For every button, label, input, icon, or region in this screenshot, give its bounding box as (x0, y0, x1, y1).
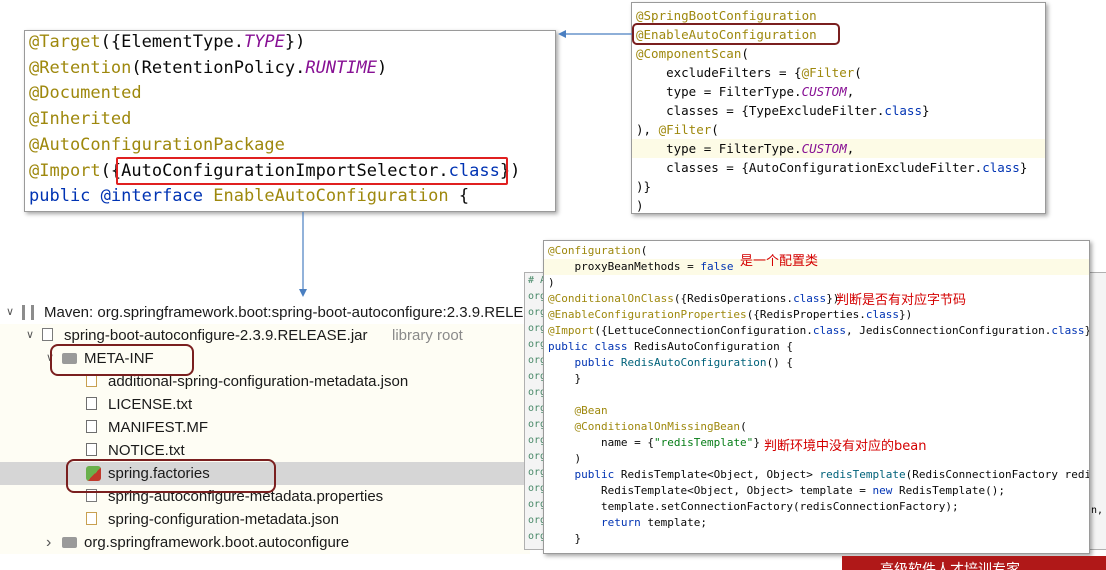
panel3-line: public RedisTemplate<Object, Object> red… (548, 467, 1089, 483)
meta-inf-highlight (50, 344, 194, 376)
panel3-line: ) (548, 451, 581, 467)
chevron-down-icon[interactable]: ∨ (6, 301, 18, 324)
code-token: RedisAutoConfiguration { (634, 340, 794, 353)
tree-item-label: Maven: org.springframework.boot:spring-b… (44, 304, 524, 321)
text-file-icon (86, 443, 97, 456)
code-token: } (548, 532, 582, 545)
code-token: @Configuration (548, 244, 641, 257)
panel3-line: } (548, 531, 581, 547)
code-token: false (700, 260, 734, 273)
code-token: @EnableConfigurationProperties (548, 308, 747, 321)
note-check-bytecode: 判断是否有对应字节码 (836, 293, 967, 308)
tree-item-label: org.springframework.boot.autoconfigure (84, 534, 350, 551)
text-file-icon (86, 397, 97, 410)
panel3-line: template.setConnectionFactory(redisConne… (548, 499, 959, 515)
code-token: new (872, 484, 900, 497)
code-token: public class (548, 340, 635, 353)
code-token: RedisTemplate<Object, Object> template = (548, 484, 873, 497)
code-token: class (793, 292, 827, 305)
panel3-line: public class RedisAutoConfiguration { (548, 339, 793, 355)
tree-item[interactable]: MANIFEST.MF (0, 416, 530, 439)
code-token: @Bean (548, 404, 608, 417)
spring-factories-highlight (66, 459, 276, 493)
project-tree: ∨ Maven: org.springframework.boot:spring-… (0, 300, 530, 558)
code-token: "redisTemplate" (653, 436, 754, 449)
code-token: }) (899, 308, 913, 321)
tree-item-suffix: library root (392, 327, 463, 344)
panel3-line: @Import({LettuceConnectionConfiguration.… (548, 323, 1089, 339)
back-panel-right-text: n, (1091, 505, 1104, 516)
panel3-line: @EnableConfigurationProperties({RedisPro… (548, 307, 912, 323)
tree-item-label: spring-configuration-metadata.json (108, 511, 339, 528)
tree-item-label: MANIFEST.MF (108, 419, 208, 436)
code-token: ( (740, 420, 747, 433)
code-token: @ConditionalOnMissingBean (548, 420, 741, 433)
tree-item[interactable]: › org.springframework.boot.autoconfigure (0, 531, 530, 554)
banner-text: 高级软件人才培训专家 (880, 562, 1020, 570)
code-token: @Import (548, 324, 595, 337)
arrow-head-down (299, 289, 307, 297)
code-token: ) (548, 452, 582, 465)
code-token: RedisAutoConfiguration (620, 356, 767, 369)
bottom-banner: 高级软件人才培训专家 (842, 556, 1106, 570)
tree-item[interactable]: LICENSE.txt (0, 393, 530, 416)
code-token: } (548, 372, 582, 385)
panel3-line: name = {"redisTemplate"} (548, 435, 760, 451)
panel3-line: } (548, 371, 581, 387)
panel3-line: ) (548, 275, 555, 291)
code-token: redisTemplate (819, 468, 906, 481)
tree-item-label: LICENSE.txt (108, 396, 193, 413)
code-token: ({RedisProperties. (746, 308, 866, 321)
code-token: RedisTemplate<Object, Object> (620, 468, 820, 481)
redis-auto-configuration-code-panel: @Configuration( proxyBeanMethods = false… (543, 240, 1090, 554)
panel3-line: RedisTemplate<Object, Object> template =… (548, 483, 1005, 499)
code-token: RedisTemplate(); (899, 484, 1005, 497)
chevron-down-icon[interactable]: ∨ (26, 324, 38, 347)
code-token: } (753, 436, 760, 449)
code-token: return (600, 516, 648, 529)
code-token: template; (647, 516, 707, 529)
panel3-line: @ConditionalOnMissingBean( (548, 419, 747, 435)
panel3-line: return template; (548, 515, 707, 531)
code-token: template.setConnectionFactory(redisConne… (548, 500, 959, 513)
chevron-right-icon[interactable]: › (46, 531, 58, 554)
code-token: }) (1084, 324, 1089, 337)
code-token: class (865, 308, 900, 321)
panel3-line: proxyBeanMethods = false (548, 259, 733, 275)
code-token: ) (548, 276, 555, 289)
code-token: ({RedisOperations. (673, 292, 794, 305)
code-token: public (548, 356, 621, 369)
code-token: public (548, 468, 621, 481)
json-file-icon (86, 512, 97, 525)
note-config-class: 是一个配置类 (740, 254, 819, 269)
tree-item[interactable]: spring-configuration-metadata.json (0, 508, 530, 531)
panel3-line: @Configuration( (548, 243, 647, 259)
code-token: ( (640, 244, 648, 257)
code-token: @ConditionalOnClass (548, 292, 674, 305)
code-token: class (812, 324, 847, 337)
library-icon (22, 305, 34, 320)
code-token: (RedisConnectionFactory redisCo (905, 468, 1089, 481)
code-token: ({LettuceConnectionConfiguration. (594, 324, 813, 337)
tree-item[interactable]: ∨ Maven: org.springframework.boot:spring-… (0, 301, 530, 324)
panel3-line: @Bean (548, 403, 608, 419)
jar-icon (42, 328, 53, 341)
code-token: class (1051, 324, 1085, 337)
code-token: () { (766, 356, 794, 369)
panel3-line: @ConditionalOnClass({RedisOperations.cla… (548, 291, 839, 307)
panel3-line: public RedisAutoConfiguration() { (548, 355, 793, 371)
arrow-head-left (558, 30, 566, 38)
code-token: , JedisConnectionConfiguration. (846, 324, 1052, 337)
package-icon (62, 537, 77, 548)
note-check-bean: 判断环境中没有对应的bean (764, 439, 927, 454)
code-token: name = { (548, 436, 654, 449)
manifest-file-icon (86, 420, 97, 433)
code-token: proxyBeanMethods = (548, 260, 701, 273)
